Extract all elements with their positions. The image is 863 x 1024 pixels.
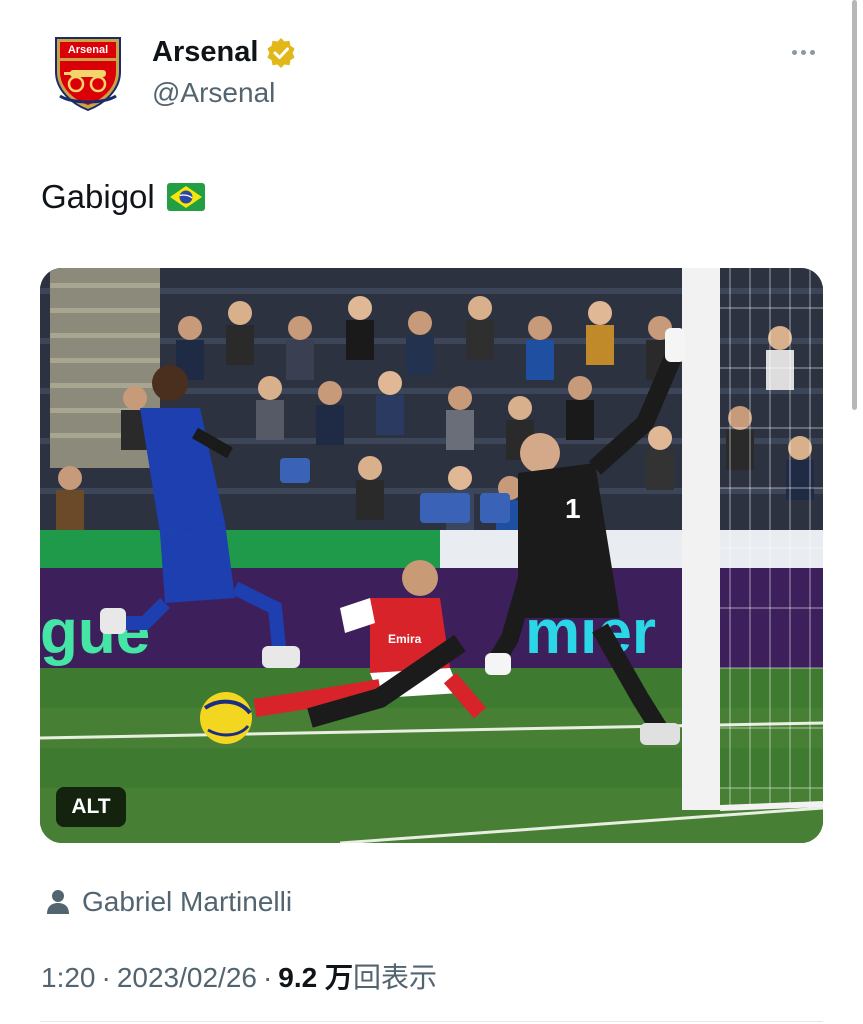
author-handle[interactable]: @Arsenal xyxy=(152,77,275,109)
arsenal-crest-icon[interactable]: Arsenal xyxy=(52,32,124,112)
tagged-person-name: Gabriel Martinelli xyxy=(82,886,293,917)
tweet-text-content: Gabigol xyxy=(41,178,155,215)
meta-separator: · xyxy=(262,962,273,993)
svg-text:Emira: Emira xyxy=(388,632,422,646)
meta-separator: · xyxy=(101,962,111,993)
author-display-name[interactable]: Arsenal xyxy=(152,36,258,69)
tweet-text: Gabigol xyxy=(41,178,205,216)
tweet-photo[interactable]: gue mier Emira 1 ALT xyxy=(40,268,823,843)
person-icon xyxy=(47,890,69,914)
tweet-time[interactable]: 1:20 xyxy=(41,962,96,994)
crest-text: Arsenal xyxy=(68,44,108,56)
board-text-left: gue xyxy=(40,598,150,667)
tagged-people[interactable]: Gabriel Martinelli xyxy=(46,886,292,918)
tweet-meta: 1:20 · 2023/02/26 · 9.2 万 回表示 xyxy=(41,956,437,996)
views-count[interactable]: 9.2 万 xyxy=(278,956,353,996)
alt-text-button[interactable]: ALT xyxy=(56,787,126,827)
scrollbar[interactable] xyxy=(852,0,857,410)
divider xyxy=(40,1021,823,1022)
verified-badge-icon xyxy=(267,37,295,68)
tweet-date[interactable]: 2023/02/26 xyxy=(117,962,257,994)
brazil-flag-icon xyxy=(166,183,205,211)
svg-text:1: 1 xyxy=(565,493,581,524)
more-options-icon[interactable] xyxy=(787,38,819,66)
author-name-row: Arsenal xyxy=(152,36,296,69)
views-label: 回表示 xyxy=(353,962,438,993)
tweet-page: Arsenal Arsenal @Arsenal Gabigol gue mie… xyxy=(0,0,863,1024)
